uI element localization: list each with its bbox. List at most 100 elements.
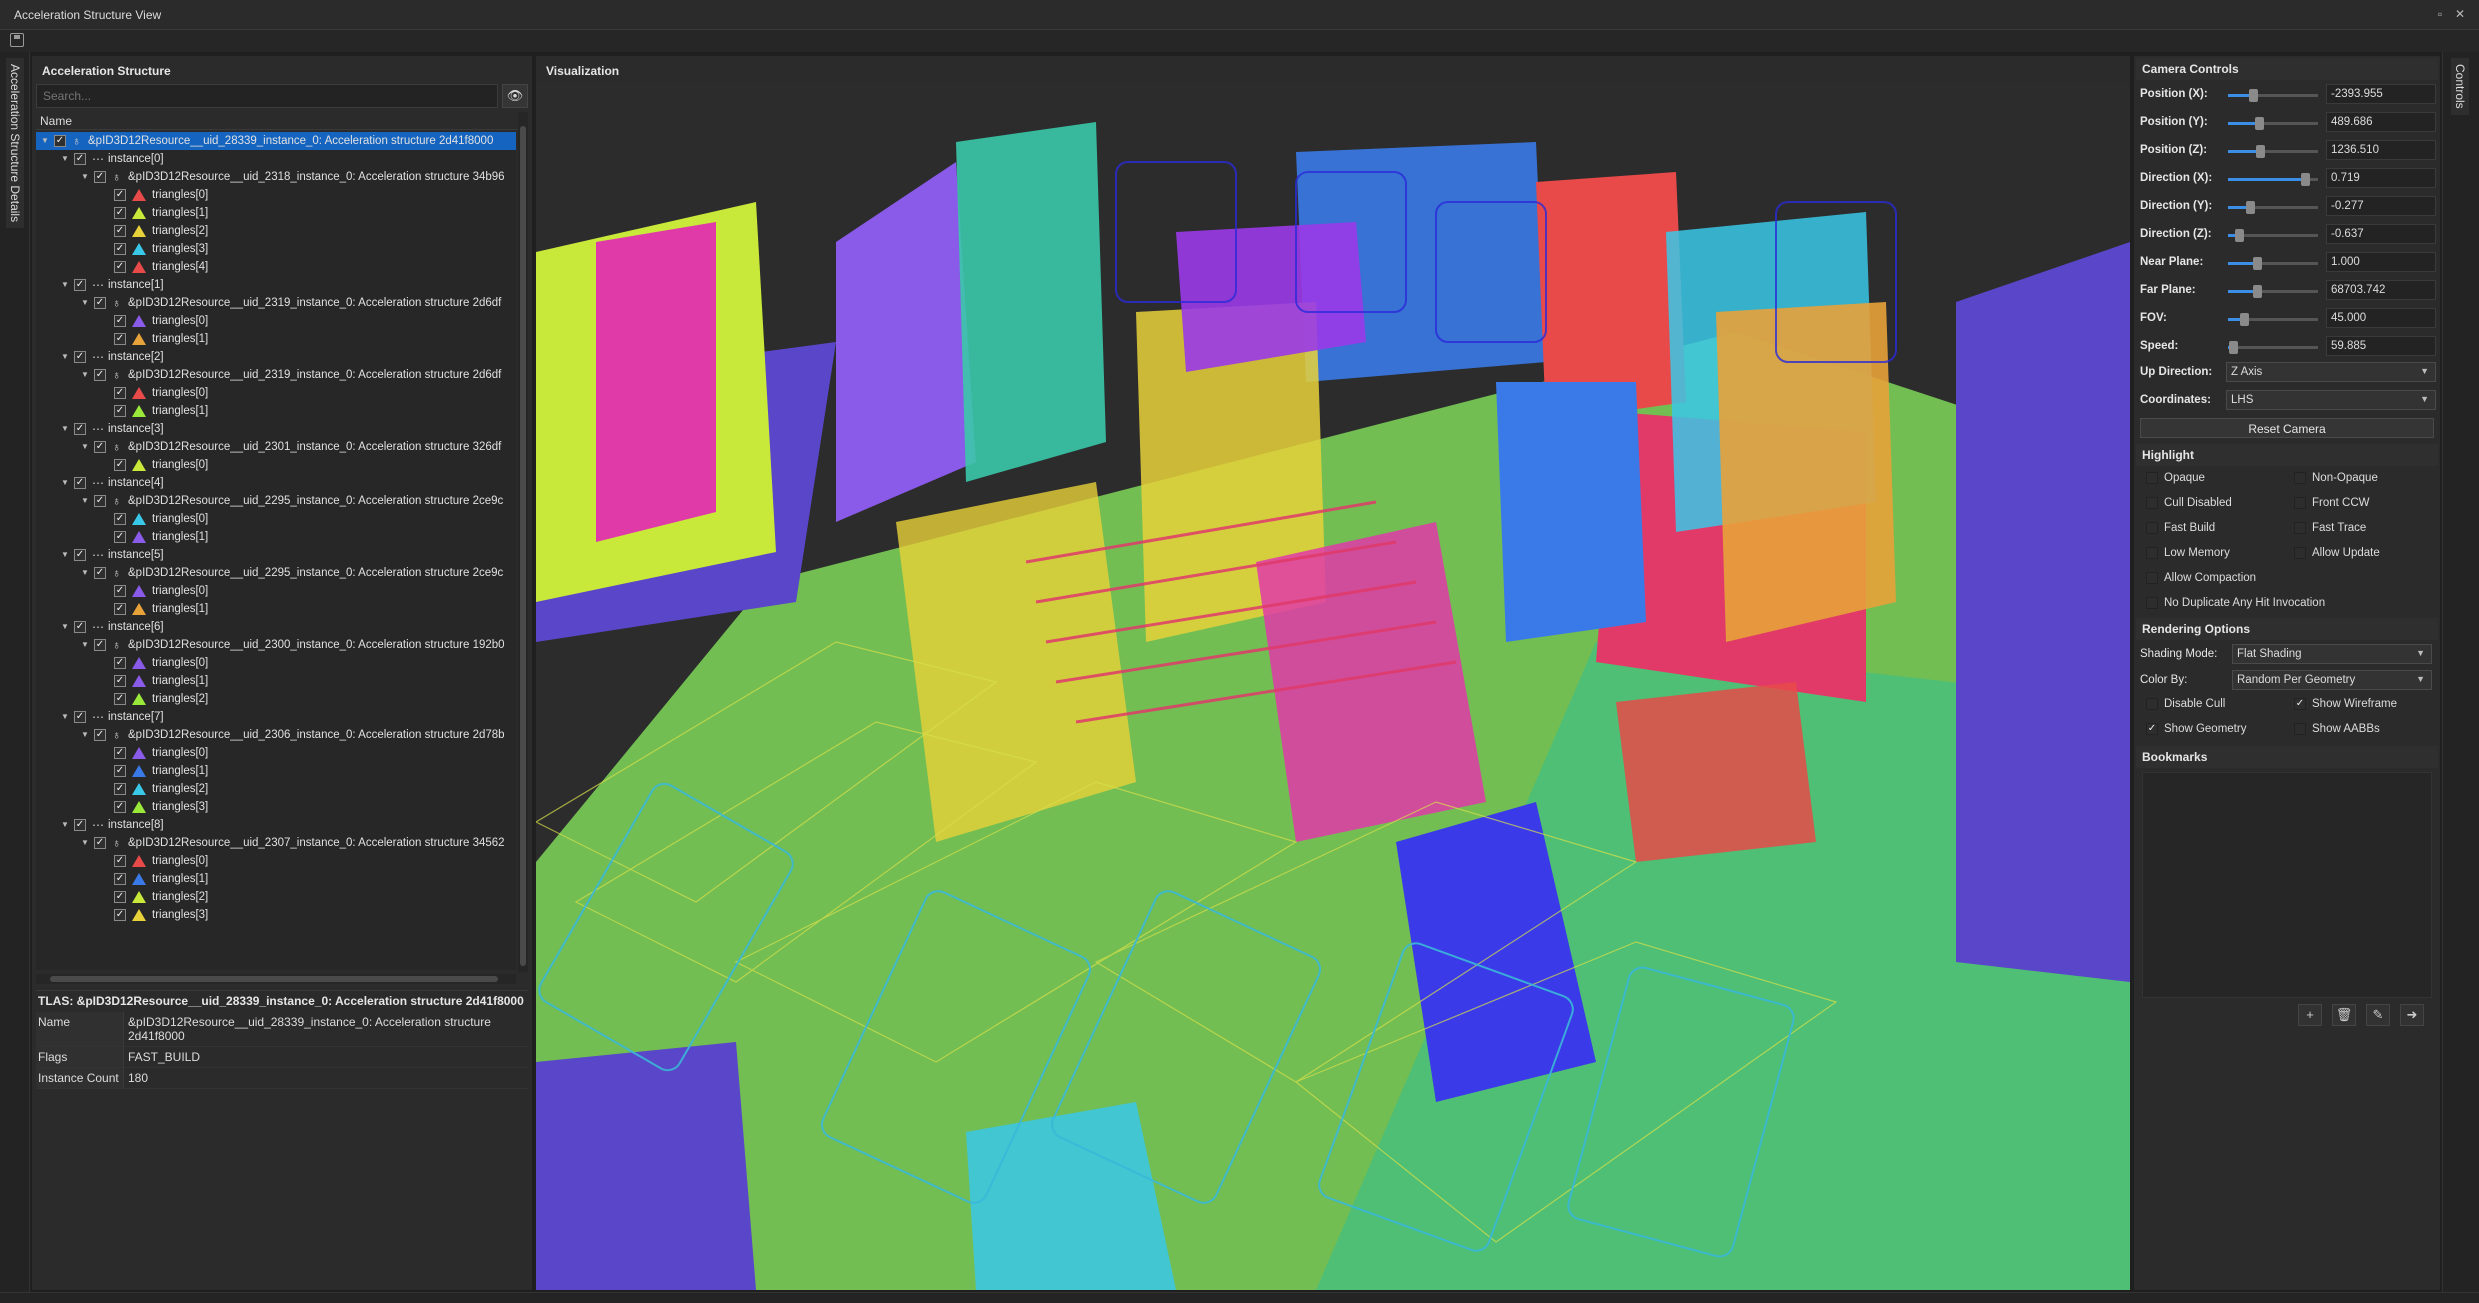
tree-row[interactable]: ▼ ✓ ⋯ instance[5]: [36, 546, 516, 564]
camera-value-field[interactable]: -0.277: [2326, 196, 2436, 216]
slider-handle[interactable]: [2252, 257, 2262, 270]
camera-value-field[interactable]: 68703.742: [2326, 280, 2436, 300]
coordinates-select[interactable]: LHS ▼: [2226, 390, 2436, 410]
visibility-checkbox[interactable]: ✓: [114, 765, 126, 777]
bookmarks-list[interactable]: [2142, 772, 2432, 998]
camera-slider[interactable]: [2228, 89, 2318, 102]
scroll-thumb[interactable]: [50, 976, 498, 982]
expand-arrow-icon[interactable]: ▼: [60, 816, 70, 834]
tree-row[interactable]: ✓ triangles[3]: [36, 906, 516, 924]
tree-row[interactable]: ▼ ✓ ⋯ instance[4]: [36, 474, 516, 492]
goto-bookmark-button[interactable]: ➜: [2400, 1004, 2424, 1026]
tree-row[interactable]: ✓ triangles[1]: [36, 330, 516, 348]
tree-row[interactable]: ✓ triangles[1]: [36, 762, 516, 780]
tree-row[interactable]: ▼ ✓ ♁ &pID3D12Resource__uid_2295_instance_0…: [36, 492, 516, 510]
camera-value-field[interactable]: 489.686: [2326, 112, 2436, 132]
expand-arrow-icon[interactable]: ▼: [60, 348, 70, 366]
edit-bookmark-button[interactable]: ✎: [2366, 1004, 2390, 1026]
tree-row[interactable]: ✓ triangles[1]: [36, 402, 516, 420]
camera-value-field[interactable]: 59.885: [2326, 336, 2436, 356]
tree-row[interactable]: ✓ triangles[1]: [36, 204, 516, 222]
expand-arrow-icon[interactable]: ▼: [60, 708, 70, 726]
camera-value-field[interactable]: 0.719: [2326, 168, 2436, 188]
restore-icon[interactable]: ▫: [2432, 6, 2448, 22]
tree-row[interactable]: ▼ ✓ ⋯ instance[2]: [36, 348, 516, 366]
visibility-checkbox[interactable]: ✓: [74, 621, 86, 633]
visibility-checkbox[interactable]: ✓: [114, 891, 126, 903]
camera-slider[interactable]: [2228, 229, 2318, 242]
visibility-checkbox[interactable]: ✓: [94, 837, 106, 849]
visibility-checkbox[interactable]: ✓: [114, 387, 126, 399]
delete-bookmark-button[interactable]: 🗑: [2332, 1004, 2356, 1026]
expand-arrow-icon[interactable]: ▼: [40, 132, 50, 150]
close-icon[interactable]: ✕: [2452, 6, 2468, 22]
expand-arrow-icon[interactable]: ▼: [60, 420, 70, 438]
slider-handle[interactable]: [2301, 173, 2311, 186]
checkbox-unchecked[interactable]: [2294, 723, 2306, 735]
visibility-checkbox[interactable]: ✓: [114, 657, 126, 669]
shading-mode-select[interactable]: Flat Shading ▼: [2232, 644, 2432, 664]
slider-handle[interactable]: [2229, 341, 2239, 354]
camera-value-field[interactable]: -0.637: [2326, 224, 2436, 244]
expand-arrow-icon[interactable]: ▼: [60, 546, 70, 564]
checkbox-unchecked[interactable]: [2146, 698, 2158, 710]
visibility-checkbox[interactable]: ✓: [74, 819, 86, 831]
checkbox-unchecked[interactable]: [2294, 472, 2306, 484]
visibility-checkbox[interactable]: ✓: [94, 567, 106, 579]
checkbox-unchecked[interactable]: [2294, 547, 2306, 559]
checkbox-unchecked[interactable]: [2294, 522, 2306, 534]
visibility-checkbox[interactable]: ✓: [114, 243, 126, 255]
slider-handle[interactable]: [2240, 313, 2250, 326]
tree-row[interactable]: ▼ ✓ ♁ &pID3D12Resource__uid_2307_instance_0…: [36, 834, 516, 852]
visibility-checkbox[interactable]: ✓: [94, 369, 106, 381]
tree-row[interactable]: ✓ triangles[3]: [36, 798, 516, 816]
tree-row[interactable]: ✓ triangles[1]: [36, 528, 516, 546]
tree-row[interactable]: ✓ triangles[2]: [36, 780, 516, 798]
scroll-thumb[interactable]: [520, 126, 526, 966]
visibility-checkbox[interactable]: ✓: [114, 585, 126, 597]
3d-viewport[interactable]: [536, 82, 2130, 1290]
expand-arrow-icon[interactable]: ▼: [80, 366, 90, 384]
slider-handle[interactable]: [2234, 229, 2244, 242]
tree-row[interactable]: ▼ ✓ ⋯ instance[1]: [36, 276, 516, 294]
visibility-checkbox[interactable]: ✓: [74, 423, 86, 435]
checkbox-unchecked[interactable]: [2146, 472, 2158, 484]
expand-arrow-icon[interactable]: ▼: [60, 474, 70, 492]
expand-arrow-icon[interactable]: ▼: [80, 834, 90, 852]
tree-row[interactable]: ✓ triangles[0]: [36, 510, 516, 528]
tree-row[interactable]: ▼ ✓ ♁ &pID3D12Resource__uid_2306_instance_0…: [36, 726, 516, 744]
visibility-checkbox[interactable]: ✓: [94, 441, 106, 453]
visibility-checkbox[interactable]: ✓: [114, 747, 126, 759]
tree-row[interactable]: ✓ triangles[0]: [36, 384, 516, 402]
camera-slider[interactable]: [2228, 341, 2318, 354]
expand-arrow-icon[interactable]: ▼: [60, 150, 70, 168]
checkbox-unchecked[interactable]: [2146, 547, 2158, 559]
visibility-checkbox[interactable]: ✓: [94, 495, 106, 507]
expand-arrow-icon[interactable]: ▼: [80, 564, 90, 582]
camera-slider[interactable]: [2228, 257, 2318, 270]
visibility-checkbox[interactable]: ✓: [74, 549, 86, 561]
tree-row[interactable]: ✓ triangles[2]: [36, 888, 516, 906]
checkbox-unchecked[interactable]: [2294, 497, 2306, 509]
checkbox-checked[interactable]: ✓: [2146, 723, 2158, 735]
tab-acceleration-structure-details[interactable]: Acceleration Structure Details: [6, 58, 24, 229]
expand-arrow-icon[interactable]: ▼: [80, 438, 90, 456]
camera-slider[interactable]: [2228, 145, 2318, 158]
tree-row[interactable]: ✓ triangles[1]: [36, 600, 516, 618]
visibility-checkbox[interactable]: ✓: [114, 189, 126, 201]
slider-handle[interactable]: [2249, 89, 2259, 102]
checkbox-unchecked[interactable]: [2146, 597, 2158, 609]
visibility-toggle-button[interactable]: 👁: [502, 84, 528, 108]
visibility-checkbox[interactable]: ✓: [74, 351, 86, 363]
visibility-checkbox[interactable]: ✓: [114, 873, 126, 885]
tree-column-header[interactable]: Name: [36, 112, 520, 130]
expand-arrow-icon[interactable]: ▼: [80, 492, 90, 510]
tree-row[interactable]: ▼ ✓ ⋯ instance[8]: [36, 816, 516, 834]
tree-row[interactable]: ✓ triangles[1]: [36, 870, 516, 888]
tree-row[interactable]: ▼ ✓ ⋯ instance[7]: [36, 708, 516, 726]
camera-slider[interactable]: [2228, 313, 2318, 326]
visibility-checkbox[interactable]: ✓: [74, 477, 86, 489]
checkbox-checked[interactable]: ✓: [2294, 698, 2306, 710]
camera-slider[interactable]: [2228, 173, 2318, 186]
tree-row[interactable]: ✓ triangles[0]: [36, 456, 516, 474]
